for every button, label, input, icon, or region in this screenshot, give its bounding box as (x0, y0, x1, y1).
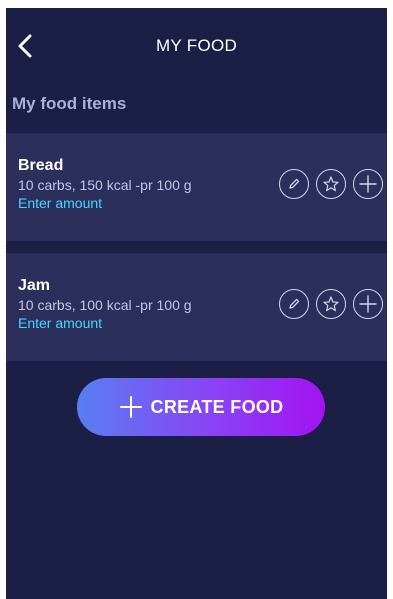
star-icon (323, 176, 339, 192)
create-food-label: CREATE FOOD (150, 396, 284, 417)
food-item-actions (279, 169, 383, 199)
section-title: My food items (12, 94, 127, 113)
pencil-icon (289, 298, 300, 309)
edit-button[interactable] (279, 289, 309, 319)
food-item-details: 10 carbs, 100 kcal -pr 100 g (18, 297, 192, 313)
enter-amount-link[interactable]: Enter amount (18, 315, 192, 331)
food-item-info: Jam 10 carbs, 100 kcal -pr 100 g Enter a… (18, 277, 192, 331)
create-food-button[interactable]: CREATE FOOD (77, 378, 325, 436)
favorite-button[interactable] (316, 289, 346, 319)
plus-icon (359, 295, 377, 313)
food-item-bread: Bread 10 carbs, 150 kcal -pr 100 g Enter… (6, 133, 387, 241)
page-title: MY FOOD (155, 36, 238, 55)
enter-amount-link[interactable]: Enter amount (18, 195, 192, 211)
plus-icon (119, 396, 142, 418)
app-screen: MY FOOD My food items Bread 10 carbs, 15… (6, 8, 387, 599)
add-button[interactable] (353, 289, 383, 319)
food-item-jam: Jam 10 carbs, 100 kcal -pr 100 g Enter a… (6, 253, 387, 361)
add-button[interactable] (353, 169, 383, 199)
pencil-icon (289, 178, 300, 189)
favorite-button[interactable] (316, 169, 346, 199)
food-item-actions (279, 289, 383, 319)
food-item-name: Bread (18, 157, 64, 174)
edit-button[interactable] (279, 169, 309, 199)
food-item-details: 10 carbs, 150 kcal -pr 100 g (18, 177, 192, 193)
plus-icon (359, 175, 377, 193)
star-icon (323, 296, 339, 312)
app-header: MY FOOD (6, 8, 387, 82)
food-item-info: Bread 10 carbs, 150 kcal -pr 100 g Enter… (18, 157, 192, 211)
food-item-name: Jam (18, 277, 51, 294)
